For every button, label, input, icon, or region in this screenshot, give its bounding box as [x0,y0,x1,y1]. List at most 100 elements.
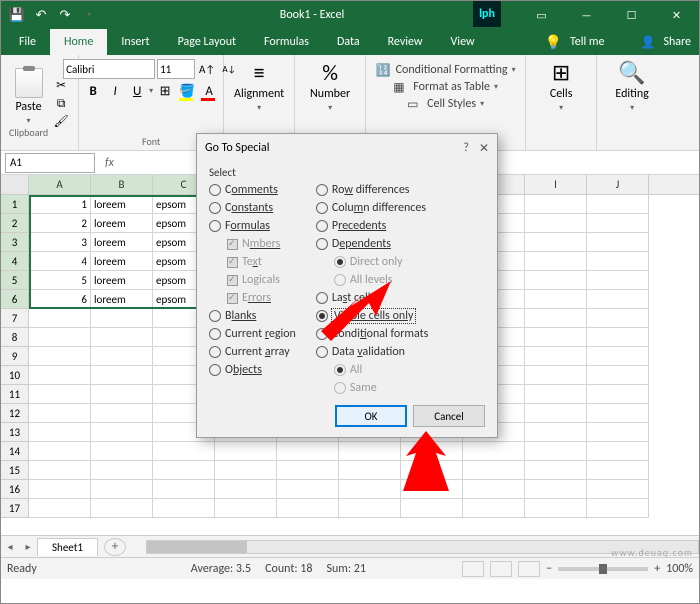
view-normal-icon[interactable] [462,561,484,577]
cell[interactable] [525,366,587,385]
cell[interactable] [153,480,215,499]
italic-button[interactable]: I [105,81,125,101]
cell[interactable]: loreem [91,290,153,309]
maximize-button[interactable]: ☐ [609,1,654,29]
row-header[interactable]: 2 [1,214,29,233]
cell[interactable] [525,271,587,290]
sheet-prev-icon[interactable]: ◂ [1,540,19,553]
cell[interactable] [29,366,91,385]
cell[interactable] [91,385,153,404]
cell[interactable] [525,195,587,214]
radio-precedents[interactable]: Precedents [316,219,429,233]
tab-data[interactable]: Data [323,29,374,55]
cell[interactable] [153,461,215,480]
row-header[interactable]: 12 [1,404,29,423]
cell[interactable] [463,480,525,499]
col-header[interactable]: I [525,175,587,194]
radio-visible-cells[interactable]: Visible cells only [316,309,429,323]
row-header[interactable]: 16 [1,480,29,499]
fx-icon[interactable]: fx [99,156,120,170]
cell[interactable] [29,404,91,423]
cell[interactable] [587,271,649,290]
radio-current-array[interactable]: Current array [209,345,296,359]
col-header[interactable]: J [587,175,649,194]
conditional-formatting-button[interactable]: 🔢 Conditional Formatting▾ [376,63,516,77]
cell[interactable] [587,195,649,214]
cell[interactable]: loreem [91,195,153,214]
cell[interactable] [215,480,277,499]
tab-view[interactable]: View [437,29,489,55]
cell[interactable] [339,442,401,461]
tab-insert[interactable]: Insert [107,29,163,55]
cell[interactable] [153,499,215,518]
row-header[interactable]: 7 [1,309,29,328]
bold-button[interactable]: B [83,81,103,101]
cell[interactable] [587,423,649,442]
tab-file[interactable]: File [5,29,50,55]
cell[interactable] [29,442,91,461]
cell[interactable] [463,461,525,480]
cell[interactable] [277,442,339,461]
cell[interactable] [587,499,649,518]
cell[interactable] [525,499,587,518]
cell[interactable] [91,347,153,366]
radio-comments[interactable]: Comments [209,183,296,197]
cell[interactable] [587,252,649,271]
cell[interactable] [91,499,153,518]
cell[interactable]: 1 [29,195,91,214]
dialog-close-icon[interactable]: ✕ [479,141,489,156]
underline-button[interactable]: U [127,81,147,101]
cell[interactable] [525,290,587,309]
cell[interactable] [401,461,463,480]
cell[interactable] [29,499,91,518]
cell[interactable] [91,461,153,480]
tell-me-label[interactable]: Tell me [570,35,605,49]
share-label[interactable]: Share [663,35,691,49]
row-header[interactable]: 1 [1,195,29,214]
cell[interactable] [29,480,91,499]
row-header[interactable]: 17 [1,499,29,518]
cell[interactable] [29,461,91,480]
row-header[interactable]: 14 [1,442,29,461]
cell[interactable] [91,404,153,423]
ok-button[interactable]: OK [335,405,407,427]
row-header[interactable]: 4 [1,252,29,271]
cell[interactable] [401,480,463,499]
select-all-corner[interactable] [1,175,29,194]
cell[interactable] [153,442,215,461]
cell[interactable]: 5 [29,271,91,290]
cell[interactable] [525,309,587,328]
row-header[interactable]: 15 [1,461,29,480]
cell[interactable] [91,423,153,442]
tab-formulas[interactable]: Formulas [250,29,323,55]
cell[interactable] [587,233,649,252]
cell[interactable] [525,423,587,442]
cell[interactable] [525,233,587,252]
fill-color-icon[interactable]: 🪣 [177,81,197,101]
row-header[interactable]: 11 [1,385,29,404]
zoom-in-icon[interactable]: + [654,562,660,576]
cell[interactable] [587,214,649,233]
radio-objects[interactable]: Objects [209,363,296,377]
cell[interactable] [401,499,463,518]
alignment-button[interactable]: ≡ Alignment ▾ [232,59,286,113]
cell[interactable] [91,366,153,385]
radio-dependents[interactable]: Dependents [316,237,429,251]
view-page-layout-icon[interactable] [490,561,512,577]
cell[interactable] [339,499,401,518]
chevron-down-icon[interactable]: ▾ [149,86,153,96]
row-header[interactable]: 10 [1,366,29,385]
qat-customize-icon[interactable]: ▾ [79,5,99,25]
format-painter-icon[interactable]: 🖌 [52,114,70,130]
radio-constants[interactable]: Constants [209,201,296,215]
cell[interactable] [215,461,277,480]
sheet-next-icon[interactable]: ▸ [19,540,37,553]
dialog-title-bar[interactable]: Go To Special ? ✕ [197,134,497,162]
cell[interactable]: loreem [91,214,153,233]
cell[interactable] [463,442,525,461]
editing-button[interactable]: 🔍 Editing ▾ [605,59,659,113]
tab-home[interactable]: Home [50,29,107,55]
cell[interactable] [587,442,649,461]
row-header[interactable]: 5 [1,271,29,290]
cell[interactable] [277,461,339,480]
